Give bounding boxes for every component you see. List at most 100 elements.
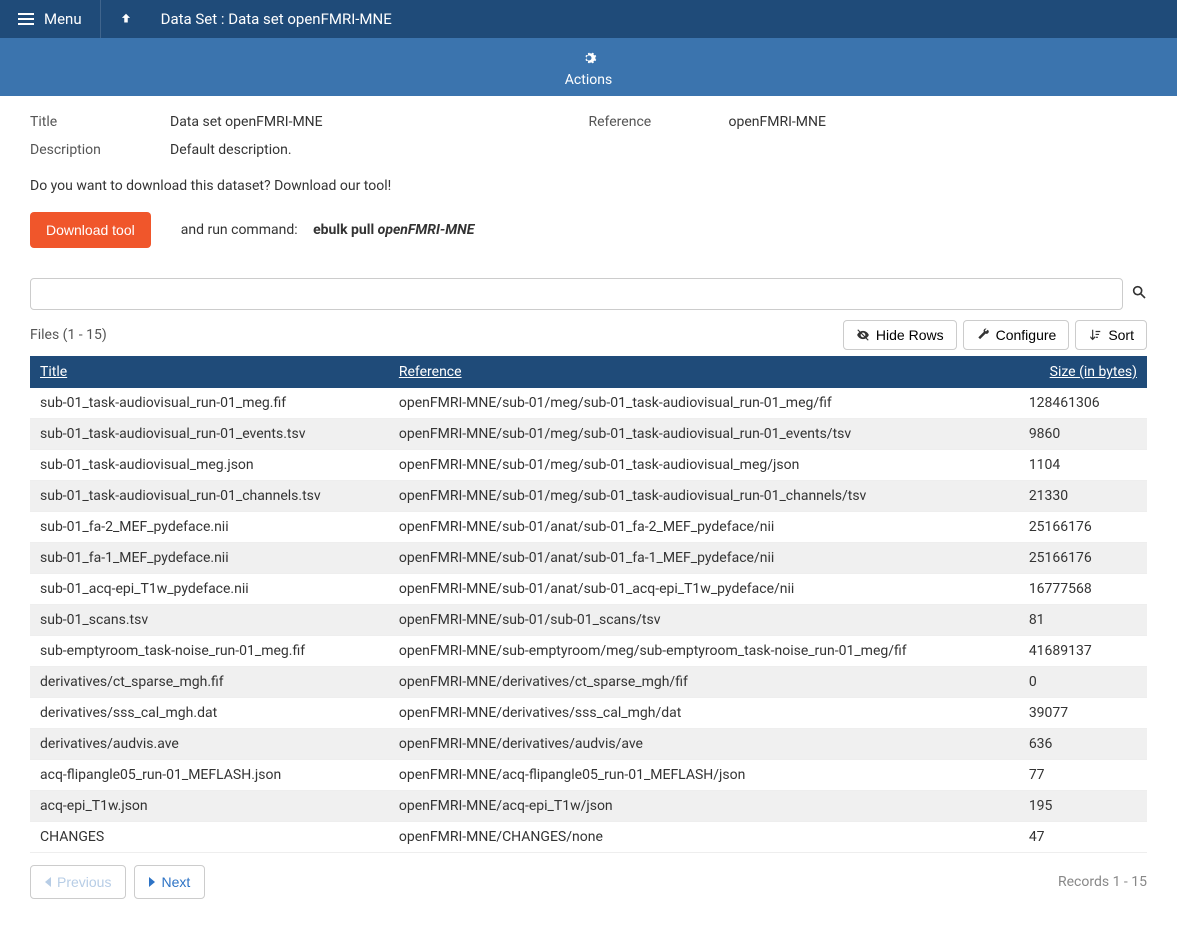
files-count: Files (1 - 15) [30,327,107,343]
table-row[interactable]: sub-01_fa-2_MEF_pydeface.niiopenFMRI-MNE… [30,512,1147,543]
cell-size: 1104 [1019,450,1147,481]
menu-button[interactable]: Menu [0,0,101,38]
table-row[interactable]: sub-01_task-audiovisual_meg.jsonopenFMRI… [30,450,1147,481]
download-note: Do you want to download this dataset? Do… [30,178,1147,194]
table-row[interactable]: sub-01_scans.tsvopenFMRI-MNE/sub-01/sub-… [30,605,1147,636]
cell-title: acq-epi_T1w.json [30,791,389,822]
search-icon[interactable] [1131,284,1147,304]
cell-size: 195 [1019,791,1147,822]
meta-title-label: Title [30,114,170,130]
cell-reference: openFMRI-MNE/derivatives/ct_sparse_mgh/f… [389,667,1019,698]
cell-title: sub-01_task-audiovisual_run-01_channels.… [30,481,389,512]
cell-reference: openFMRI-MNE/sub-01/anat/sub-01_fa-2_MEF… [389,512,1019,543]
table-row[interactable]: sub-01_fa-1_MEF_pydeface.niiopenFMRI-MNE… [30,543,1147,574]
cell-title: sub-01_fa-2_MEF_pydeface.nii [30,512,389,543]
cell-size: 41689137 [1019,636,1147,667]
triangle-left-icon [45,877,51,887]
eye-slash-icon [856,328,870,342]
cell-size: 47 [1019,822,1147,853]
cell-size: 25166176 [1019,543,1147,574]
table-row[interactable]: sub-01_task-audiovisual_run-01_events.ts… [30,419,1147,450]
cell-reference: openFMRI-MNE/sub-01/anat/sub-01_acq-epi_… [389,574,1019,605]
meta-description-label: Description [30,142,170,158]
meta-description-value: Default description. [170,142,589,158]
cell-title: sub-01_fa-1_MEF_pydeface.nii [30,543,389,574]
cell-size: 21330 [1019,481,1147,512]
search-input[interactable] [30,278,1123,310]
up-button[interactable] [101,0,151,38]
cell-reference: openFMRI-MNE/sub-01/meg/sub-01_task-audi… [389,388,1019,419]
cell-title: sub-emptyroom_task-noise_run-01_meg.fif [30,636,389,667]
gears-icon [579,48,599,68]
cell-size: 128461306 [1019,388,1147,419]
table-row[interactable]: sub-emptyroom_task-noise_run-01_meg.fifo… [30,636,1147,667]
cell-reference: openFMRI-MNE/sub-01/meg/sub-01_task-audi… [389,450,1019,481]
command-arg: openFMRI-MNE [378,222,475,238]
download-tool-button[interactable]: Download tool [30,212,151,248]
cell-title: sub-01_task-audiovisual_run-01_events.ts… [30,419,389,450]
menu-label: Menu [44,10,82,28]
table-row[interactable]: derivatives/audvis.aveopenFMRI-MNE/deriv… [30,729,1147,760]
actions-bar[interactable]: Actions [0,38,1177,96]
table-row[interactable]: CHANGESopenFMRI-MNE/CHANGES/none47 [30,822,1147,853]
cell-reference: openFMRI-MNE/derivatives/audvis/ave [389,729,1019,760]
actions-label: Actions [0,72,1177,88]
files-table: Title Reference Size (in bytes) sub-01_t… [30,356,1147,853]
cell-reference: openFMRI-MNE/sub-01/sub-01_scans/tsv [389,605,1019,636]
cell-size: 0 [1019,667,1147,698]
meta-reference-value: openFMRI-MNE [729,114,1148,130]
wrench-icon [976,328,990,342]
cell-reference: openFMRI-MNE/CHANGES/none [389,822,1019,853]
triangle-right-icon [149,877,155,887]
cell-reference: openFMRI-MNE/acq-flipangle05_run-01_MEFL… [389,760,1019,791]
table-row[interactable]: sub-01_task-audiovisual_run-01_channels.… [30,481,1147,512]
cell-title: derivatives/ct_sparse_mgh.fif [30,667,389,698]
cell-title: derivatives/audvis.ave [30,729,389,760]
cell-reference: openFMRI-MNE/sub-01/meg/sub-01_task-audi… [389,481,1019,512]
command-prefix: ebulk pull [313,222,374,238]
previous-button[interactable]: Previous [30,865,126,899]
cell-reference: openFMRI-MNE/acq-epi_T1w/json [389,791,1019,822]
cell-size: 9860 [1019,419,1147,450]
breadcrumb: Data Set : Data set openFMRI-MNE [151,10,402,28]
cell-size: 77 [1019,760,1147,791]
col-size[interactable]: Size (in bytes) [1019,356,1147,388]
run-command-label: and run command: [181,222,298,238]
hide-rows-button[interactable]: Hide Rows [843,320,957,350]
table-row[interactable]: acq-epi_T1w.jsonopenFMRI-MNE/acq-epi_T1w… [30,791,1147,822]
hamburger-icon [18,13,34,25]
meta-reference-label: Reference [589,114,729,130]
table-row[interactable]: sub-01_acq-epi_T1w_pydeface.niiopenFMRI-… [30,574,1147,605]
configure-button[interactable]: Configure [963,320,1070,350]
cell-size: 636 [1019,729,1147,760]
meta-title-value: Data set openFMRI-MNE [170,114,589,130]
sort-button[interactable]: Sort [1075,320,1147,350]
next-button[interactable]: Next [134,865,205,899]
table-row[interactable]: sub-01_task-audiovisual_run-01_meg.fifop… [30,388,1147,419]
topbar: Menu Data Set : Data set openFMRI-MNE [0,0,1177,38]
cell-size: 16777568 [1019,574,1147,605]
cell-reference: openFMRI-MNE/sub-01/meg/sub-01_task-audi… [389,419,1019,450]
command-text: and run command: ebulk pull openFMRI-MNE [181,222,475,238]
cell-reference: openFMRI-MNE/derivatives/sss_cal_mgh/dat [389,698,1019,729]
cell-title: CHANGES [30,822,389,853]
cell-reference: openFMRI-MNE/sub-emptyroom/meg/sub-empty… [389,636,1019,667]
cell-title: sub-01_scans.tsv [30,605,389,636]
cell-title: sub-01_task-audiovisual_meg.json [30,450,389,481]
up-arrow-icon [119,12,133,26]
cell-reference: openFMRI-MNE/sub-01/anat/sub-01_fa-1_MEF… [389,543,1019,574]
cell-title: acq-flipangle05_run-01_MEFLASH.json [30,760,389,791]
cell-size: 81 [1019,605,1147,636]
col-title[interactable]: Title [30,356,389,388]
table-row[interactable]: derivatives/ct_sparse_mgh.fifopenFMRI-MN… [30,667,1147,698]
cell-title: sub-01_acq-epi_T1w_pydeface.nii [30,574,389,605]
sort-icon [1088,328,1102,342]
records-info: Records 1 - 15 [1058,874,1147,890]
cell-title: sub-01_task-audiovisual_run-01_meg.fif [30,388,389,419]
table-row[interactable]: derivatives/sss_cal_mgh.datopenFMRI-MNE/… [30,698,1147,729]
table-row[interactable]: acq-flipangle05_run-01_MEFLASH.jsonopenF… [30,760,1147,791]
cell-size: 25166176 [1019,512,1147,543]
col-reference[interactable]: Reference [389,356,1019,388]
cell-size: 39077 [1019,698,1147,729]
cell-title: derivatives/sss_cal_mgh.dat [30,698,389,729]
